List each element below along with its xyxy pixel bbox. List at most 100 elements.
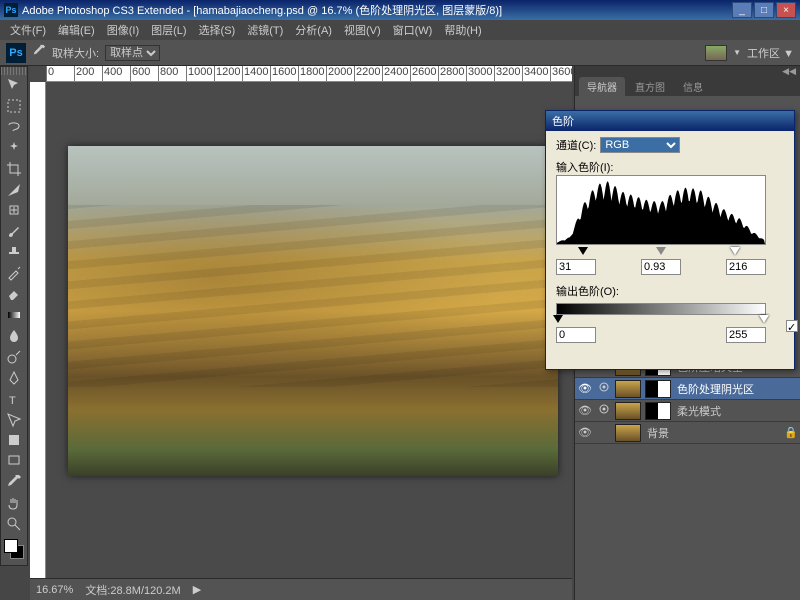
eyedropper-tool[interactable] xyxy=(1,472,27,493)
output-black-slider[interactable] xyxy=(553,315,563,323)
menu-window[interactable]: 窗口(W) xyxy=(387,22,439,38)
ps-logo-icon[interactable]: Ps xyxy=(6,43,26,63)
brush-tool[interactable] xyxy=(1,221,27,242)
eraser-tool[interactable] xyxy=(1,284,27,305)
layer-thumbnail[interactable] xyxy=(615,380,641,398)
layer-thumbnail[interactable] xyxy=(615,402,641,420)
lasso-tool[interactable] xyxy=(1,116,27,137)
output-black-field[interactable] xyxy=(556,327,596,343)
zoom-level[interactable]: 16.67% xyxy=(36,584,73,596)
menu-filter[interactable]: 滤镜(T) xyxy=(241,22,289,38)
link-icon[interactable] xyxy=(595,381,613,396)
histogram-chart xyxy=(556,175,766,245)
history-brush-tool[interactable] xyxy=(1,263,27,284)
chevron-down-icon: ▼ xyxy=(733,48,741,57)
white-point-slider[interactable] xyxy=(730,247,740,255)
minimize-button[interactable]: _ xyxy=(732,2,752,18)
dodge-tool[interactable] xyxy=(1,346,27,367)
doc-size[interactable]: 文档:28.8M/120.2M xyxy=(85,582,180,598)
input-slider-track[interactable] xyxy=(556,247,766,257)
zoom-tool[interactable] xyxy=(1,514,27,535)
input-black-field[interactable] xyxy=(556,259,596,275)
toolbox-grip[interactable] xyxy=(1,67,27,75)
menu-layer[interactable]: 图层(L) xyxy=(145,22,192,38)
options-bar: Ps 取样大小: 取样点 ▼ 工作区 ▼ xyxy=(0,40,800,66)
color-swatches[interactable] xyxy=(1,539,27,566)
output-slider-track[interactable] xyxy=(556,315,766,325)
chevron-right-icon[interactable]: ▶ xyxy=(193,583,201,596)
workspace-dropdown[interactable]: 工作区 ▼ xyxy=(747,45,794,61)
maximize-button[interactable]: □ xyxy=(754,2,774,18)
channel-select[interactable]: RGB xyxy=(600,137,680,153)
pen-tool[interactable] xyxy=(1,367,27,388)
foreground-color-swatch[interactable] xyxy=(4,539,18,553)
tab-navigator[interactable]: 导航器 xyxy=(579,77,625,96)
channel-label: 通道(C): xyxy=(556,137,596,153)
menu-help[interactable]: 帮助(H) xyxy=(438,22,487,38)
hand-tool[interactable] xyxy=(1,493,27,514)
menu-analysis[interactable]: 分析(A) xyxy=(289,22,338,38)
blur-tool[interactable] xyxy=(1,325,27,346)
layer-row[interactable]: 👁 背景🔒 xyxy=(575,422,800,444)
layer-thumbnail[interactable] xyxy=(615,424,641,442)
landscape-image xyxy=(68,146,558,476)
canvas-area: 0200400600800100012001400160018002000220… xyxy=(30,66,572,578)
shape-tool[interactable] xyxy=(1,430,27,451)
titlebar: Ps Adobe Photoshop CS3 Extended - [hamab… xyxy=(0,0,800,20)
tab-histogram[interactable]: 直方图 xyxy=(627,77,673,96)
mask-thumbnail[interactable] xyxy=(645,402,671,420)
document-canvas[interactable] xyxy=(68,146,558,476)
link-icon[interactable] xyxy=(595,403,613,418)
layers-panel: 色阶压暗天空👁色阶处理阴光区👁柔光模式👁背景🔒 xyxy=(575,356,800,600)
tab-info[interactable]: 信息 xyxy=(675,77,711,96)
toolbox: T xyxy=(0,66,28,566)
gamma-slider[interactable] xyxy=(656,247,666,255)
ruler-horizontal[interactable]: 0200400600800100012001400160018002000220… xyxy=(46,66,572,82)
layer-name[interactable]: 柔光模式 xyxy=(673,403,784,419)
menu-image[interactable]: 图像(I) xyxy=(101,22,145,38)
lock-icon: 🔒 xyxy=(784,426,800,439)
path-tool[interactable] xyxy=(1,409,27,430)
visibility-icon[interactable]: 👁 xyxy=(575,382,595,395)
ruler-vertical[interactable] xyxy=(30,82,46,578)
layer-row[interactable]: 👁 柔光模式 xyxy=(575,400,800,422)
notes-tool[interactable] xyxy=(1,451,27,472)
layer-name[interactable]: 色阶处理阴光区 xyxy=(673,381,784,397)
layer-name[interactable]: 背景 xyxy=(643,425,784,441)
type-tool[interactable]: T xyxy=(1,388,27,409)
dialog-title[interactable]: 色阶 xyxy=(546,111,794,131)
eyedropper-icon xyxy=(32,44,46,61)
collapse-icon[interactable]: ◀◀ xyxy=(782,66,796,74)
workspace-thumbnail-icon[interactable] xyxy=(705,45,727,61)
menu-file[interactable]: 文件(F) xyxy=(4,22,52,38)
stamp-tool[interactable] xyxy=(1,242,27,263)
visibility-icon[interactable]: 👁 xyxy=(575,426,595,439)
crop-tool[interactable] xyxy=(1,158,27,179)
menu-edit[interactable]: 编辑(E) xyxy=(52,22,101,38)
preview-checkbox[interactable]: ✓ xyxy=(786,320,798,334)
input-gamma-field[interactable] xyxy=(641,259,681,275)
wand-tool[interactable] xyxy=(1,137,27,158)
mask-thumbnail[interactable] xyxy=(645,380,671,398)
close-button[interactable]: × xyxy=(776,2,796,18)
output-white-slider[interactable] xyxy=(759,315,769,323)
gradient-tool[interactable] xyxy=(1,305,27,326)
input-levels-label: 输入色阶(I): xyxy=(556,159,784,175)
slice-tool[interactable] xyxy=(1,179,27,200)
status-bar: 16.67% 文档:28.8M/120.2M ▶ xyxy=(30,578,572,600)
input-white-field[interactable] xyxy=(726,259,766,275)
heal-tool[interactable] xyxy=(1,200,27,221)
output-white-field[interactable] xyxy=(726,327,766,343)
move-tool[interactable] xyxy=(1,75,27,96)
menubar: 文件(F) 编辑(E) 图像(I) 图层(L) 选择(S) 滤镜(T) 分析(A… xyxy=(0,20,800,40)
marquee-tool[interactable] xyxy=(1,96,27,117)
menu-view[interactable]: 视图(V) xyxy=(338,22,387,38)
visibility-icon[interactable]: 👁 xyxy=(575,404,595,417)
levels-dialog[interactable]: 色阶 通道(C): RGB 输入色阶(I): 输出色阶(O): xyxy=(545,110,795,370)
black-point-slider[interactable] xyxy=(578,247,588,255)
menu-select[interactable]: 选择(S) xyxy=(193,22,242,38)
layer-row[interactable]: 👁 色阶处理阴光区 xyxy=(575,378,800,400)
output-gradient[interactable] xyxy=(556,303,766,315)
sample-size-select[interactable]: 取样点 xyxy=(105,45,160,61)
app-icon: Ps xyxy=(4,3,18,17)
